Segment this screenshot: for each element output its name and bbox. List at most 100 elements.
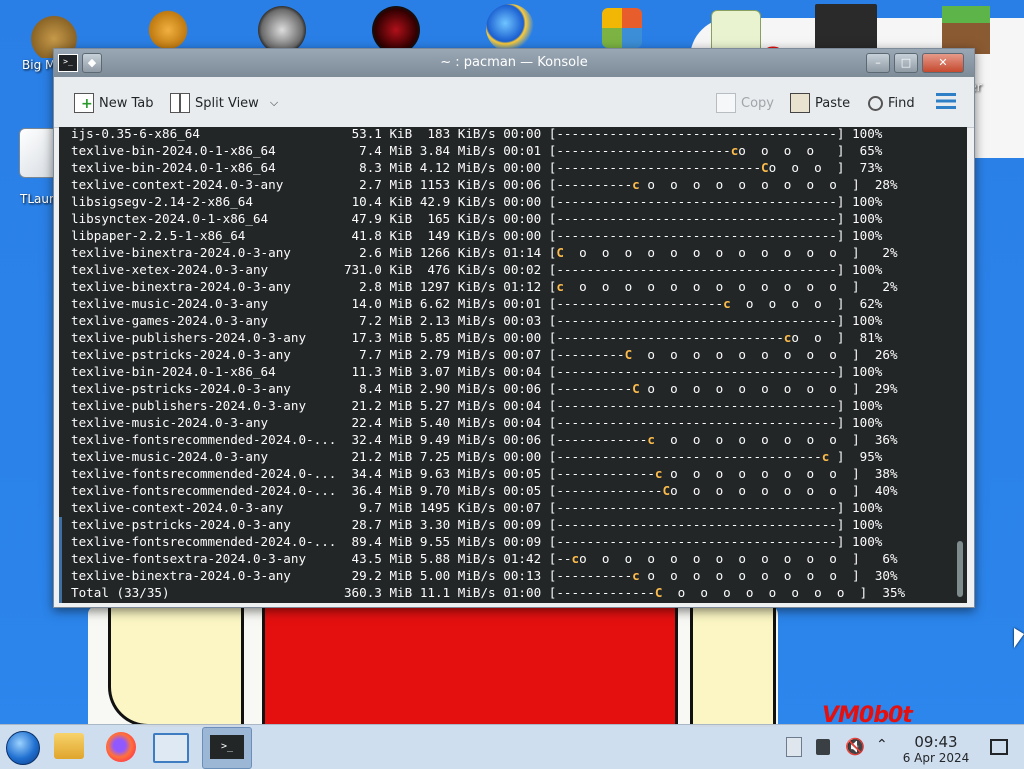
progress-bar-done: --------- xyxy=(556,347,625,362)
package-name: texlive-binextra-2024.0-3-any xyxy=(71,279,291,294)
split-view-button[interactable]: Split View ⌵ xyxy=(170,93,278,113)
taskbar-firefox[interactable] xyxy=(100,727,142,767)
progress-bar-done: ------------------------------------- xyxy=(556,228,837,243)
find-label: Find xyxy=(888,95,915,111)
desktop-icon-speedometer[interactable] xyxy=(250,6,314,54)
package-name: texlive-music-2024.0-3-any xyxy=(71,415,269,430)
progress-percent: 35% xyxy=(882,585,906,600)
taskbar-konsole[interactable]: >_ xyxy=(202,727,252,769)
terminal-scrollbar[interactable] xyxy=(957,129,963,601)
tray-notes-icon[interactable] xyxy=(816,739,830,755)
paste-button[interactable]: Paste xyxy=(790,93,850,113)
terminal-view[interactable]: ijs-0.35-6-x86_64 53.1 KiB 183 KiB/s 00:… xyxy=(59,127,967,603)
progress-percent: 40% xyxy=(874,483,898,498)
tray-volume-muted-icon[interactable]: 🔇 xyxy=(845,737,865,756)
copy-button[interactable]: Copy xyxy=(716,93,774,113)
wallpaper-right-arm xyxy=(690,606,776,727)
download-speed: 1297 KiB/s xyxy=(419,279,496,294)
download-speed: 1266 KiB/s xyxy=(419,245,496,260)
window-titlebar[interactable]: >_ ◆ ~ : pacman — Konsole – □ ✕ xyxy=(54,49,974,77)
taskbar-system-settings[interactable] xyxy=(150,727,192,767)
download-speed: 9.55 MiB/s xyxy=(419,534,496,549)
tray-expand-chevron-icon[interactable]: ⌃ xyxy=(876,737,888,753)
package-name: libpaper-2.2.5-1-x86_64 xyxy=(71,228,246,243)
progress-bar-remaining: o o o o o o o o o xyxy=(639,568,853,583)
download-eta: 00:04 xyxy=(503,398,542,413)
package-name: texlive-games-2024.0-3-any xyxy=(71,313,269,328)
download-size: 17.3 MiB xyxy=(351,330,413,345)
taskbar: >_ 🔇 ⌃ 09:43 6 Apr 2024 xyxy=(0,724,1024,769)
terminal-row: libpaper-2.2.5-1-x86_64 41.8 KiB 149 KiB… xyxy=(71,228,883,243)
terminal-row: texlive-binextra-2024.0-3-any 29.2 MiB 5… xyxy=(71,568,898,583)
split-view-icon xyxy=(170,93,190,113)
download-speed: 2.13 MiB/s xyxy=(419,313,496,328)
clock-date: 6 Apr 2024 xyxy=(902,751,970,765)
download-eta: 00:05 xyxy=(503,466,542,481)
search-icon xyxy=(868,95,883,111)
progress-bar-done: ---------------------- xyxy=(556,296,724,311)
download-eta: 00:01 xyxy=(503,143,542,158)
close-button[interactable]: ✕ xyxy=(922,53,964,73)
package-name: libsigsegv-2.14-2-x86_64 xyxy=(71,194,253,209)
progress-bar-remaining: o o o o o o o o o xyxy=(639,177,853,192)
konsole-window[interactable]: >_ ◆ ~ : pacman — Konsole – □ ✕ + New Ta… xyxy=(53,48,975,608)
terminal-output: ijs-0.35-6-x86_64 53.1 KiB 183 KiB/s 00:… xyxy=(71,127,905,601)
progress-percent: 100% xyxy=(852,398,883,413)
progress-bar-remaining xyxy=(829,449,837,464)
terminal-row: texlive-bin-2024.0-1-x86_64 8.3 MiB 4.12… xyxy=(71,160,883,175)
terminal-row: texlive-bin-2024.0-1-x86_64 11.3 MiB 3.0… xyxy=(71,364,883,379)
download-eta: 00:06 xyxy=(503,177,542,192)
desktop-icon-red-gauge[interactable] xyxy=(364,6,428,54)
gear-joystick-icon xyxy=(144,6,192,54)
download-eta: 00:13 xyxy=(503,568,542,583)
download-speed: 3.30 MiB/s xyxy=(419,517,496,532)
mouse-cursor-icon xyxy=(1014,628,1024,648)
new-tab-button[interactable]: + New Tab xyxy=(74,93,154,113)
progress-bar-remaining: o o xyxy=(791,330,837,345)
download-speed: 165 KiB/s xyxy=(427,211,496,226)
progress-percent: 100% xyxy=(852,534,883,549)
scrollbar-thumb[interactable] xyxy=(957,541,963,597)
minimize-button[interactable]: – xyxy=(866,53,890,73)
package-name: texlive-xetex-2024.0-3-any xyxy=(71,262,269,277)
tray-clipboard-icon[interactable] xyxy=(786,737,802,757)
progress-percent: 100% xyxy=(852,194,883,209)
start-button[interactable] xyxy=(2,727,44,767)
desktop-icon-sun-globe[interactable] xyxy=(478,4,542,52)
progress-pacman-cursor: c xyxy=(632,177,640,192)
find-button[interactable]: Find xyxy=(868,93,915,113)
package-name: texlive-pstricks-2024.0-3-any xyxy=(71,347,291,362)
progress-bar-done: ---------- xyxy=(556,568,633,583)
download-speed: 2.79 MiB/s xyxy=(419,347,496,362)
progress-bar-done: ----------------------- xyxy=(556,143,731,158)
desktop-icon-office[interactable] xyxy=(590,8,654,48)
maximize-button[interactable]: □ xyxy=(894,53,918,73)
download-size: 2.8 MiB xyxy=(359,279,413,294)
download-speed: 7.25 MiB/s xyxy=(419,449,496,464)
taskbar-file-manager[interactable] xyxy=(48,727,90,767)
terminal-row: texlive-bin-2024.0-1-x86_64 7.4 MiB 3.84… xyxy=(71,143,883,158)
download-size: 8.4 MiB xyxy=(359,381,413,396)
progress-bar-done: ------------------------------------- xyxy=(556,194,837,209)
hamburger-menu-button[interactable] xyxy=(936,91,956,111)
progress-percent: 38% xyxy=(874,466,898,481)
download-size: 29.2 MiB xyxy=(351,568,413,583)
show-desktop-icon[interactable] xyxy=(990,739,1008,755)
terminal-row: texlive-publishers-2024.0-3-any 21.2 MiB… xyxy=(71,398,883,413)
download-speed: 183 KiB/s xyxy=(427,127,496,141)
download-speed: 2.90 MiB/s xyxy=(419,381,496,396)
download-eta: 00:00 xyxy=(503,160,542,175)
progress-bar-remaining: o o o o o o o o xyxy=(662,585,860,600)
progress-bar-remaining: o o o o o o o o o o o o xyxy=(579,551,853,566)
progress-percent: 100% xyxy=(852,364,883,379)
download-eta: 00:03 xyxy=(503,313,542,328)
terminal-row: ijs-0.35-6-x86_64 53.1 KiB 183 KiB/s 00:… xyxy=(71,127,883,141)
package-name: texlive-fontsrecommended-2024.0-... xyxy=(71,534,337,549)
copy-icon xyxy=(716,93,736,113)
progress-percent: 6% xyxy=(882,551,898,566)
progress-pacman-cursor: C xyxy=(632,381,640,396)
progress-bar-done: ---------- xyxy=(556,381,633,396)
desktop-icon-gear-joystick[interactable] xyxy=(136,6,200,54)
tray-clock[interactable]: 09:43 6 Apr 2024 xyxy=(896,733,976,765)
progress-bar-done: ------------------------------------- xyxy=(556,398,837,413)
